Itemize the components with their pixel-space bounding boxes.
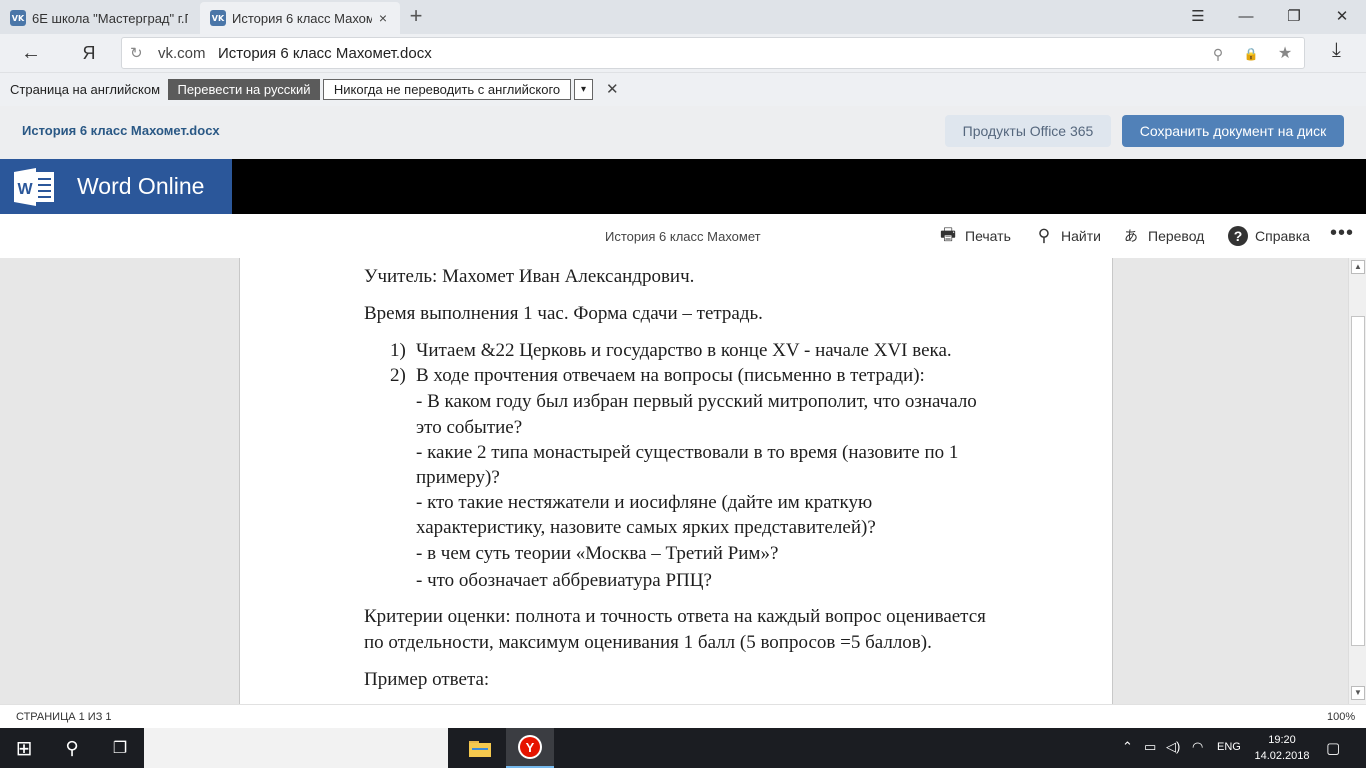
volume-icon[interactable]: ◁) <box>1166 739 1180 755</box>
new-tab-button[interactable]: + <box>403 3 429 29</box>
list-item: В ходе прочтения отвечаем на вопросы (пи… <box>416 365 925 386</box>
print-button[interactable]: 🖶 Печать <box>937 225 1011 247</box>
translate-bar-text: Страница на английском <box>10 82 161 97</box>
browser-tab-strip: VK 6E школа "Мастерград" г.Пе VK История… <box>0 0 1366 34</box>
taskbar-search-box[interactable] <box>144 728 448 768</box>
yandex-browser-icon[interactable]: Y <box>506 728 554 768</box>
criteria-line: по отдельности, максимум оценивания 1 ба… <box>364 632 932 653</box>
question-line: - какие 2 типа монастырей существовали в… <box>416 442 959 463</box>
question-line: - В каком году был избран первый русский… <box>416 391 977 412</box>
translate-doc-button[interactable]: あ Перевод <box>1120 225 1204 247</box>
zoom-level[interactable]: 100% <box>1327 711 1355 723</box>
star-icon[interactable]: ★ <box>1274 43 1296 65</box>
translate-button[interactable]: Перевести на русский <box>168 79 320 100</box>
find-label: Найти <box>1061 228 1101 244</box>
word-toolbar: История 6 класс Махомет 🖶 Печать ⚲ Найти… <box>0 214 1366 258</box>
window-close-icon[interactable]: ✕ <box>1318 0 1366 34</box>
address-bar: ← Я ↻ vk.com История 6 класс Махомет.doc… <box>0 34 1366 72</box>
clock-time: 19:20 <box>1268 734 1296 746</box>
tab-title: История 6 класс Махоме <box>232 10 372 26</box>
svg-text:?: ? <box>1234 228 1243 244</box>
tray-chevron-icon[interactable]: ⌃ <box>1122 739 1133 755</box>
printer-icon: 🖶 <box>939 224 957 244</box>
example-heading: Пример ответа: <box>364 669 490 690</box>
list-item: Читаем &22 Церковь и государство в конце… <box>416 340 952 361</box>
criteria-line: Критерии оценки: полнота и точность отве… <box>364 606 986 627</box>
list-number: 1) <box>390 340 406 361</box>
vk-icon: VK <box>10 10 26 26</box>
scroll-thumb[interactable] <box>1351 316 1365 646</box>
lock-icon[interactable]: 🔒 <box>1240 43 1262 65</box>
time-line: Время выполнения 1 час. Форма сдачи – те… <box>364 303 763 324</box>
document-name: История 6 класс Махомет <box>605 229 761 244</box>
page-count: СТРАНИЦА 1 ИЗ 1 <box>16 711 112 723</box>
clock[interactable]: 19:20 14.02.2018 <box>1252 732 1312 764</box>
help-icon: ? <box>1227 225 1249 247</box>
app-name: Word Online <box>77 173 205 199</box>
zoom-search-icon[interactable]: ⚲ <box>1207 43 1229 65</box>
battery-icon[interactable]: ▭ <box>1144 739 1156 755</box>
browser-menu-icon[interactable]: ☰ <box>1174 0 1222 34</box>
language-indicator[interactable]: ENG <box>1217 741 1241 753</box>
word-online-header: W Word Online <box>0 159 1366 214</box>
save-to-disk-button[interactable]: Сохранить документ на диск <box>1122 115 1344 147</box>
doc-title: История 6 класс Махомет.docx <box>22 123 220 138</box>
question-line: примеру)? <box>416 467 500 488</box>
svg-text:Y: Y <box>526 740 535 755</box>
network-icon[interactable]: ◠ <box>1192 739 1203 755</box>
browser-tab[interactable]: VK 6E школа "Мастерград" г.Пе <box>0 2 198 34</box>
question-line: - в чем суть теории «Москва – Третий Рим… <box>416 543 779 564</box>
teacher-line: Учитель: Махомет Иван Александрович. <box>364 266 695 287</box>
translate-label: Перевод <box>1148 228 1205 244</box>
notifications-icon[interactable]: ▢ <box>1326 739 1340 757</box>
tab-title: 6E школа "Мастерград" г.Пе <box>32 10 188 26</box>
word-brand[interactable]: W Word Online <box>0 159 232 214</box>
question-line: это событие? <box>416 417 523 438</box>
scroll-up-icon[interactable]: ▲ <box>1351 260 1365 274</box>
close-icon[interactable]: ✕ <box>606 80 619 98</box>
back-arrow-icon[interactable]: ← <box>16 39 46 67</box>
vk-doc-header: История 6 класс Махомет.docx Продукты Of… <box>0 106 1366 159</box>
tab-close-icon[interactable]: × <box>376 10 390 26</box>
minimize-icon[interactable]: — <box>1222 0 1270 34</box>
word-logo-icon: W <box>14 168 54 206</box>
url-field[interactable]: ↻ vk.com История 6 класс Махомет.docx ⚲ … <box>121 37 1305 69</box>
search-icon: ⚲ <box>1037 226 1051 245</box>
file-explorer-icon[interactable] <box>456 728 504 768</box>
never-translate-button[interactable]: Никогда не переводить с английского <box>323 79 571 100</box>
reload-icon[interactable]: ↻ <box>130 44 143 62</box>
windows-taskbar: ⊞ ⚲ ❐ Y ⌃ ▭ ◁) ◠ ENG 19:20 14.02.2018 ▢ <box>0 728 1366 768</box>
list-number: 2) <box>390 365 406 386</box>
yandex-icon[interactable]: Я <box>74 39 104 67</box>
help-label: Справка <box>1255 228 1310 244</box>
search-icon[interactable]: ⚲ <box>48 728 96 768</box>
task-view-icon[interactable]: ❐ <box>96 728 144 768</box>
find-button[interactable]: ⚲ Найти <box>1033 225 1101 247</box>
help-button[interactable]: ? Справка <box>1227 225 1310 247</box>
more-options-icon[interactable]: ••• <box>1330 222 1354 245</box>
vk-icon: VK <box>210 10 226 26</box>
scroll-down-icon[interactable]: ▼ <box>1351 686 1365 700</box>
document-viewport[interactable]: Учитель: Махомет Иван Александрович. Вре… <box>0 258 1348 704</box>
url-page-title: История 6 класс Махомет.docx <box>218 45 432 62</box>
browser-tab-active[interactable]: VK История 6 класс Махоме × <box>200 2 400 34</box>
question-line: - кто такие нестяжатели и иосифляне (дай… <box>416 492 873 513</box>
office-products-button[interactable]: Продукты Office 365 <box>945 115 1111 147</box>
question-line: характеристику, назовите самых ярких пре… <box>416 517 876 538</box>
svg-text:W: W <box>17 181 33 198</box>
question-line: - что обозначает аббревиатура РПЦ? <box>416 570 712 591</box>
clock-date: 14.02.2018 <box>1254 750 1310 762</box>
word-status-bar: СТРАНИЦА 1 ИЗ 1 100% <box>0 704 1366 728</box>
url-domain: vk.com <box>158 45 206 62</box>
chevron-down-icon[interactable]: ▾ <box>574 79 593 100</box>
document-page: Учитель: Махомет Иван Александрович. Вре… <box>239 258 1113 704</box>
translate-bar: Страница на английском Перевести на русс… <box>0 72 1366 106</box>
vertical-scrollbar[interactable]: ▲ ▼ <box>1348 258 1366 704</box>
translate-icon: あ <box>1124 228 1138 244</box>
restore-icon[interactable]: ❐ <box>1270 0 1318 34</box>
print-label: Печать <box>965 228 1011 244</box>
download-icon[interactable]: ⤓ <box>1332 39 1341 62</box>
windows-start-icon[interactable]: ⊞ <box>0 728 48 768</box>
